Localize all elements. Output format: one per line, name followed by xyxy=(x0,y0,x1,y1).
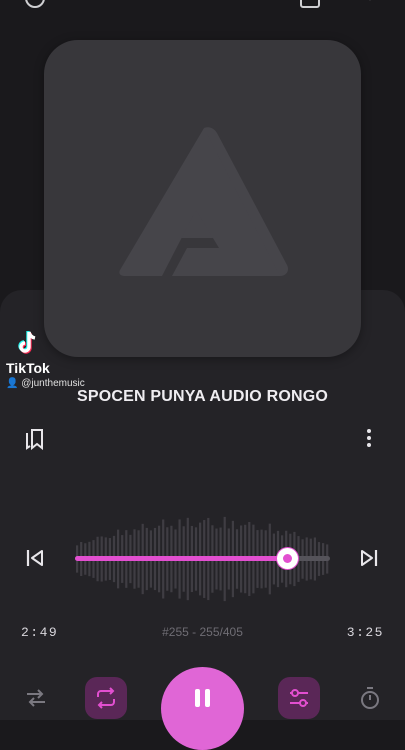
repeat-icon xyxy=(97,687,115,709)
sleep-timer-icon xyxy=(361,687,379,709)
seek-bar-progress xyxy=(75,556,288,561)
chevron-down-icon[interactable] xyxy=(360,0,380,8)
queue-position: #255 - 255/405 xyxy=(162,625,243,639)
sleep-timer-button[interactable] xyxy=(358,685,382,716)
bookmark-icon xyxy=(26,429,43,451)
previous-button[interactable] xyxy=(24,548,46,573)
more-vertical-icon xyxy=(367,429,371,447)
track-title: SPOCEN PUNYA AUDIO RONGO xyxy=(76,388,329,405)
more-options-button[interactable] xyxy=(360,428,378,453)
repeat-button[interactable] xyxy=(85,677,127,719)
album-art xyxy=(44,40,361,357)
total-duration: 3:25 xyxy=(346,625,384,640)
skip-previous-icon xyxy=(26,550,43,566)
top-bar xyxy=(0,0,405,12)
seek-bar[interactable] xyxy=(75,548,330,569)
equalizer-icon xyxy=(290,689,308,707)
app-logo-icon xyxy=(119,127,289,276)
shuffle-icon xyxy=(27,689,45,707)
skip-next-icon xyxy=(361,550,378,566)
shuffle-button[interactable] xyxy=(24,686,48,715)
next-button[interactable] xyxy=(358,548,380,573)
equalizer-button[interactable] xyxy=(278,677,320,719)
tiktok-logo-icon xyxy=(18,331,36,354)
tiktok-brand: TikTok xyxy=(6,360,50,376)
pause-icon xyxy=(195,689,210,707)
settings-icon[interactable] xyxy=(25,0,45,8)
cast-icon[interactable] xyxy=(300,0,320,8)
bookmark-button[interactable] xyxy=(24,426,46,455)
play-pause-button[interactable] xyxy=(161,667,244,750)
